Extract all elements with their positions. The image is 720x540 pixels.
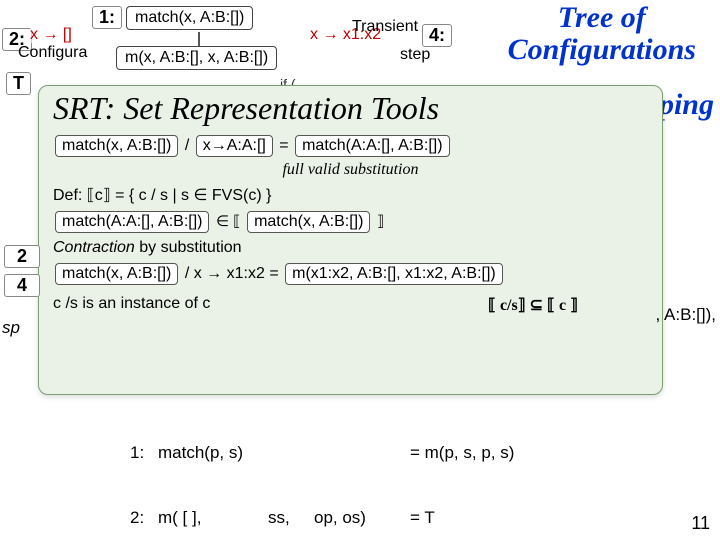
srt-membership-line: match(A:A:[], A:B:[]) ∈ ⟦ match(x, A:B:[… bbox=[53, 211, 648, 233]
config-m: m(x, A:B:[], x, A:B:[]) bbox=[116, 46, 277, 70]
rule-lhs: match(p, s) bbox=[158, 442, 410, 464]
chip-m-result: m(x1:x2, A:B:[], x1:x2, A:B:[]) bbox=[285, 263, 503, 285]
program-definition: 1: match(p, s) = m(p, s, p, s) 2: m( [ ]… bbox=[130, 398, 714, 540]
slash-2: / bbox=[185, 265, 189, 282]
chip-match-x: match(x, A:B:[]) bbox=[55, 135, 178, 157]
srt-instance-line: c /s is an instance of c ⟦ c/s⟧ ⊆ ⟦ c ⟧ bbox=[53, 295, 648, 315]
sub-x-x1x2: x → x1:x2 bbox=[194, 265, 265, 282]
left-num-2: 2 bbox=[4, 245, 40, 268]
sub-x-empty: x → [] bbox=[30, 26, 72, 44]
node-number-1: 1: bbox=[92, 6, 122, 29]
srt-heading: SRT: Set Representation Tools bbox=[53, 90, 648, 127]
left-num-4: 4 bbox=[4, 274, 40, 297]
by-substitution: by substitution bbox=[135, 239, 242, 256]
tree-edge bbox=[198, 32, 200, 46]
full-valid-sub-label: full valid substitution bbox=[282, 161, 418, 178]
sem-close: ⟧ bbox=[377, 213, 384, 230]
srt-def-line: Def: ⟦c⟧ = { c / s | s ∈ FVS(c) } bbox=[53, 185, 648, 205]
slash: / bbox=[185, 137, 189, 154]
chip-match-AA-2: match(A:A:[], A:B:[]) bbox=[55, 211, 209, 233]
elem-open: ∈ ⟦ bbox=[216, 213, 241, 230]
chip-match-x-3: match(x, A:B:[]) bbox=[55, 263, 178, 285]
step-label: step bbox=[400, 46, 430, 64]
sp-label: sp bbox=[2, 318, 20, 338]
configura-label: Configura bbox=[18, 44, 87, 62]
chip-sub-x-AA: x→A:A:[] bbox=[196, 135, 273, 157]
srt-contraction-line: Contraction by substitution bbox=[53, 239, 648, 257]
equals: = bbox=[279, 137, 288, 154]
rule-lhs-a: m( [ ], bbox=[158, 507, 268, 529]
chip-match-AA: match(A:A:[], A:B:[]) bbox=[295, 135, 449, 157]
left-number-stack: 2 4 bbox=[4, 245, 40, 303]
srt-line-substitution: match(x, A:B:[]) / x→A:A:[] = match(A:A:… bbox=[53, 135, 648, 157]
contraction-label: Contraction bbox=[53, 239, 135, 256]
node-T: T bbox=[6, 72, 31, 95]
rule-num: 2: bbox=[130, 507, 158, 529]
page-number: 11 bbox=[691, 513, 710, 534]
rule-rhs: = T bbox=[410, 507, 435, 529]
rule-num: 1: bbox=[130, 442, 158, 464]
rule-lhs-c: op, os) bbox=[314, 507, 382, 529]
config-match-x: match(x, A:B:[]) bbox=[126, 6, 253, 30]
c-over-s-instance: c /s is an instance of c bbox=[53, 295, 210, 315]
srt-panel: SRT: Set Representation Tools match(x, A… bbox=[38, 85, 663, 395]
rule-rhs: = m(p, s, p, s) bbox=[410, 442, 514, 464]
chip-match-x-2: match(x, A:B:[]) bbox=[247, 211, 370, 233]
trailing-fragment: , A:B:[]), bbox=[656, 305, 716, 325]
rule-lhs-b: ss, bbox=[268, 507, 314, 529]
transient-label: Transient bbox=[352, 18, 418, 36]
node-number-4: 4: bbox=[422, 24, 452, 47]
srt-contraction-example: match(x, A:B:[]) / x → x1:x2 = m(x1:x2, … bbox=[53, 263, 648, 285]
slide-title: Tree of Configurations bbox=[508, 2, 696, 65]
equals-2: = bbox=[269, 265, 278, 282]
heading-fragment-ping: ping bbox=[659, 88, 714, 122]
title-line2: Configurations bbox=[508, 33, 696, 66]
title-line1: Tree of bbox=[558, 1, 646, 34]
sem-subset: ⟦ c/s⟧ ⊆ ⟦ c ⟧ bbox=[488, 295, 648, 315]
